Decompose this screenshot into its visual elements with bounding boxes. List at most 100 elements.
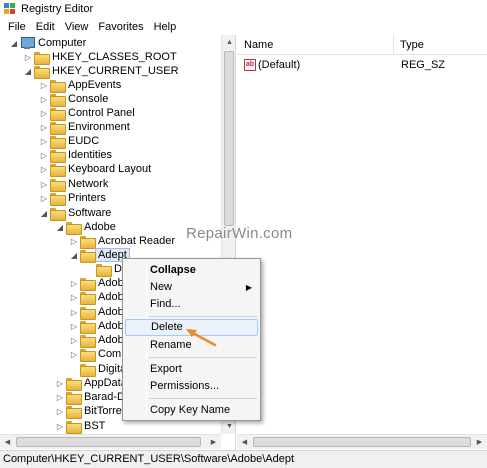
folder-icon: [50, 79, 66, 93]
menu-item-copy-key-name[interactable]: Copy Key Name: [125, 402, 258, 419]
tree-node[interactable]: ▷ Adobe: [68, 333, 130, 348]
scroll-right-arrow-icon[interactable]: ▶: [206, 435, 221, 450]
string-value-icon: ab: [244, 59, 256, 71]
column-header-name[interactable]: Name: [237, 34, 394, 55]
menu-item-permissions[interactable]: Permissions...: [125, 378, 258, 395]
menu-item-label: Collapse: [150, 264, 196, 276]
folder-icon: [50, 149, 66, 163]
value-row[interactable]: ab (Default) REG_SZ: [237, 57, 487, 73]
collapsed-arrow-icon[interactable]: ▷: [68, 322, 80, 331]
tree-node-label: BST: [84, 420, 106, 432]
folder-icon: [80, 348, 96, 362]
collapsed-arrow-icon[interactable]: ▷: [38, 165, 50, 174]
tree-node[interactable]: Digita: [68, 362, 126, 377]
menu-item-new[interactable]: New ▶: [125, 279, 258, 296]
expanded-arrow-icon[interactable]: ◢: [8, 39, 20, 48]
tree-node-label: HKEY_CURRENT_USER: [52, 65, 179, 77]
tree-node[interactable]: ◢ Adept: [68, 248, 130, 263]
watermark: RepairWin.com: [186, 225, 293, 242]
tree-node[interactable]: ▷ Console: [38, 92, 109, 107]
scroll-thumb[interactable]: [16, 437, 201, 447]
tree-node-label: Keyboard Layout: [68, 163, 152, 175]
collapsed-arrow-icon[interactable]: ▷: [68, 350, 80, 359]
tree-node-label: Control Panel: [68, 107, 135, 119]
tree-node[interactable]: ▷ Environment: [38, 120, 130, 135]
menu-separator: [149, 357, 257, 358]
tree-node[interactable]: ▷ Network: [38, 177, 108, 192]
collapsed-arrow-icon[interactable]: ▷: [54, 422, 66, 431]
tree-node[interactable]: ▷ Identities: [38, 148, 112, 163]
collapsed-arrow-icon[interactable]: ▷: [38, 180, 50, 189]
tree-node[interactable]: ◢ Computer: [8, 36, 86, 50]
folder-icon: [80, 291, 96, 305]
collapsed-arrow-icon[interactable]: ▷: [38, 123, 50, 132]
expanded-arrow-icon[interactable]: ◢: [22, 67, 34, 76]
collapsed-arrow-icon[interactable]: ▷: [38, 109, 50, 118]
tree-node[interactable]: ▷ Barad-Du: [54, 390, 131, 405]
tree-node[interactable]: ▷ BitTorren: [54, 404, 128, 419]
tree-node[interactable]: ▷ Acrobat Reader: [68, 234, 175, 249]
menu-item-label: Copy Key Name: [150, 404, 231, 416]
tree-node[interactable]: ◢ HKEY_CURRENT_USER: [22, 64, 179, 79]
tree-node[interactable]: ▷ Control Panel: [38, 106, 135, 121]
value-type: REG_SZ: [401, 59, 446, 71]
scroll-left-arrow-icon[interactable]: ◀: [237, 435, 252, 450]
menu-file[interactable]: File: [4, 21, 30, 33]
collapsed-arrow-icon[interactable]: ▷: [54, 407, 66, 416]
menu-help[interactable]: Help: [150, 21, 181, 33]
collapsed-arrow-icon[interactable]: ▷: [22, 53, 34, 62]
expanded-arrow-icon[interactable]: ◢: [38, 209, 50, 218]
values-horizontal-scrollbar[interactable]: ◀ ▶: [237, 434, 487, 449]
menu-favorites[interactable]: Favorites: [94, 21, 147, 33]
tree-node[interactable]: ▷ Adobe: [68, 276, 130, 291]
expanded-arrow-icon[interactable]: ◢: [54, 223, 66, 232]
menu-view[interactable]: View: [61, 21, 93, 33]
tree-node[interactable]: ▷ Printers: [38, 191, 106, 206]
collapsed-arrow-icon[interactable]: ▷: [68, 237, 80, 246]
scroll-up-arrow-icon[interactable]: ▲: [222, 35, 235, 50]
collapsed-arrow-icon[interactable]: ▷: [38, 151, 50, 160]
collapsed-arrow-icon[interactable]: ▷: [68, 336, 80, 345]
folder-icon: [80, 320, 96, 334]
menu-item-collapse[interactable]: Collapse: [125, 262, 258, 279]
folder-icon: [80, 277, 96, 291]
collapsed-arrow-icon[interactable]: ▷: [54, 379, 66, 388]
column-header-type[interactable]: Type: [394, 39, 424, 51]
collapsed-arrow-icon[interactable]: ▷: [54, 393, 66, 402]
menu-item-export[interactable]: Export: [125, 361, 258, 378]
tree-node[interactable]: ▷ Adobe: [68, 319, 130, 334]
scroll-thumb[interactable]: [253, 437, 471, 447]
collapsed-arrow-icon[interactable]: ▷: [68, 293, 80, 302]
menu-item-find[interactable]: Find...: [125, 296, 258, 313]
expanded-arrow-icon[interactable]: ◢: [68, 251, 80, 260]
collapsed-arrow-icon[interactable]: ▷: [68, 279, 80, 288]
tree-node[interactable]: ◢ Software: [38, 206, 111, 221]
collapsed-arrow-icon[interactable]: ▷: [38, 81, 50, 90]
current-key-path: Computer\HKEY_CURRENT_USER\Software\Adob…: [3, 453, 295, 465]
menu-edit[interactable]: Edit: [32, 21, 59, 33]
scroll-down-arrow-icon[interactable]: ▼: [222, 419, 235, 434]
submenu-arrow-icon: ▶: [245, 283, 252, 292]
collapsed-arrow-icon[interactable]: ▷: [68, 308, 80, 317]
tree-node[interactable]: ▷ Adobe: [68, 290, 130, 305]
folder-icon: [50, 207, 66, 221]
tree-node[interactable]: ▷ Adobe: [68, 305, 130, 320]
scroll-thumb[interactable]: [224, 51, 234, 226]
collapsed-arrow-icon[interactable]: ▷: [38, 137, 50, 146]
tree-node-label: EUDC: [68, 135, 100, 147]
tree-node[interactable]: ▷ EUDC: [38, 134, 100, 149]
folder-icon: [96, 263, 112, 277]
tree-node[interactable]: ▷ BST: [54, 419, 106, 434]
tree-horizontal-scrollbar[interactable]: ◀ ▶: [0, 434, 221, 449]
tree-node[interactable]: ▷ AppEvents: [38, 78, 121, 93]
status-bar: Computer\HKEY_CURRENT_USER\Software\Adob…: [0, 450, 487, 468]
collapsed-arrow-icon[interactable]: ▷: [38, 95, 50, 104]
collapsed-arrow-icon[interactable]: ▷: [38, 194, 50, 203]
tree-node[interactable]: ▷ HKEY_CLASSES_ROOT: [22, 50, 177, 65]
menu-item-label: Delete: [151, 321, 183, 333]
tree-node[interactable]: ▷ Keyboard Layout: [38, 162, 152, 177]
tree-node-label: Console: [68, 93, 109, 105]
scroll-right-arrow-icon[interactable]: ▶: [472, 435, 487, 450]
scroll-left-arrow-icon[interactable]: ◀: [0, 435, 15, 450]
tree-node[interactable]: ◢ Adobe: [54, 220, 116, 235]
